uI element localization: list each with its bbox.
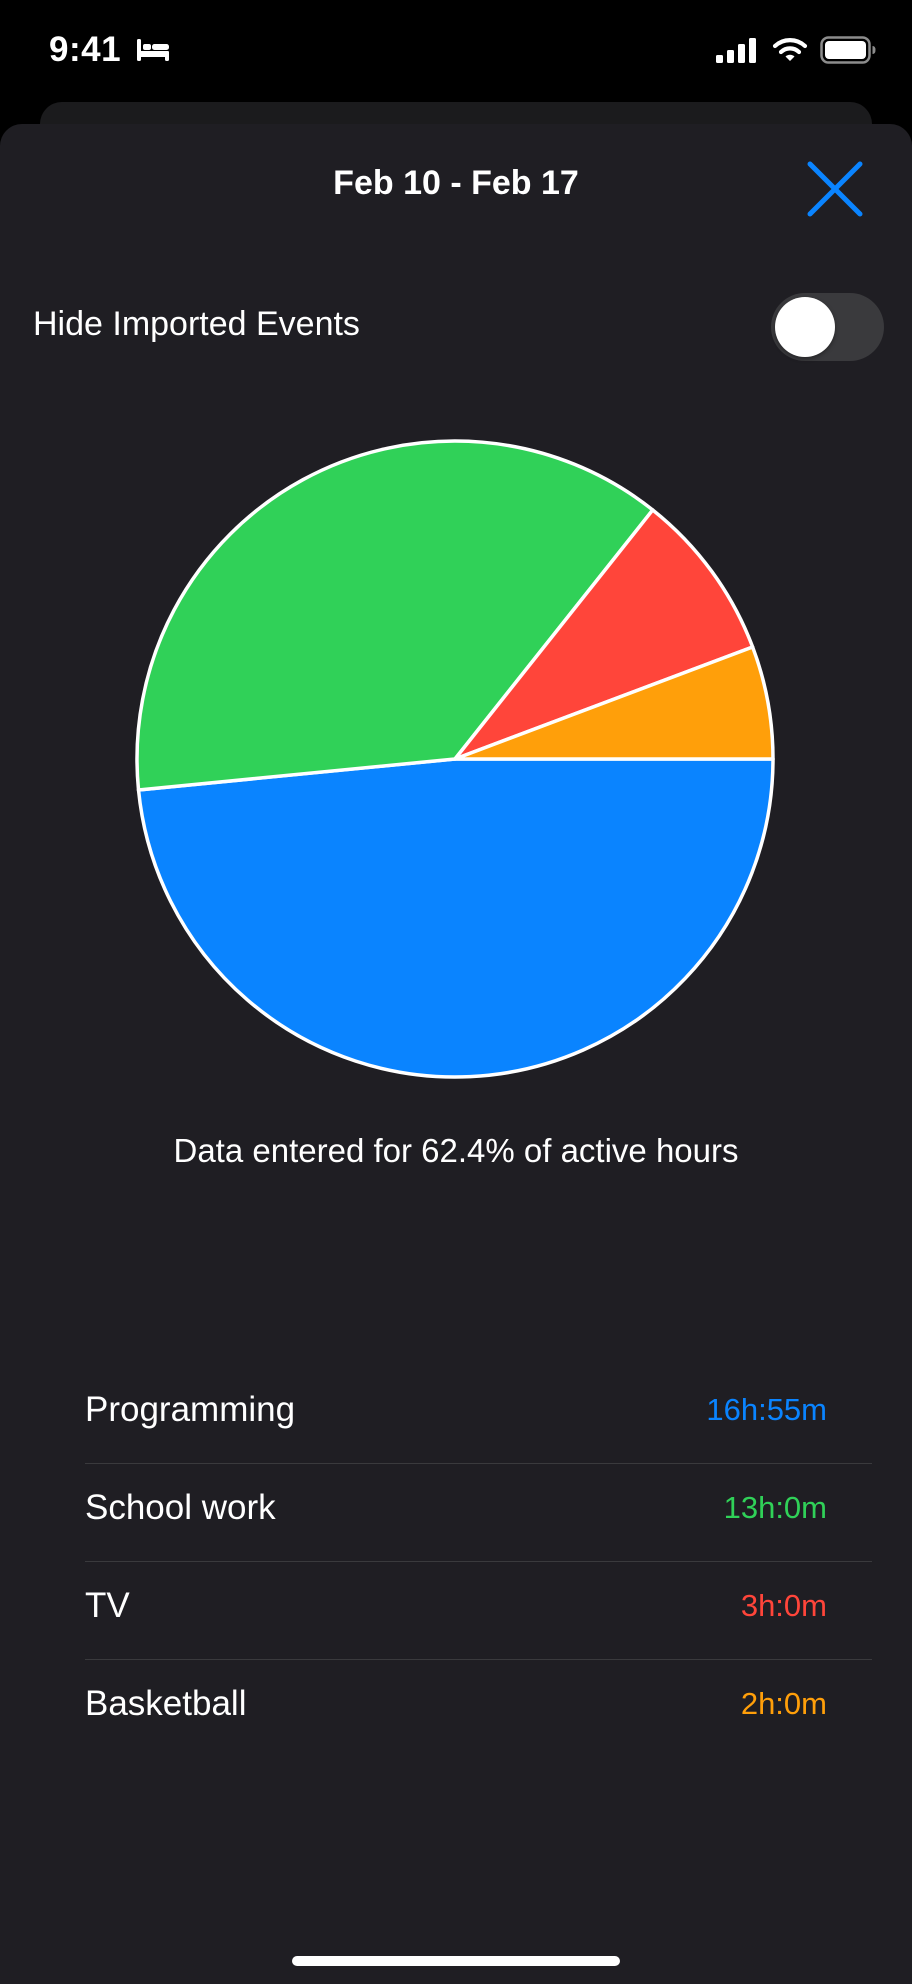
status-time: 9:41	[49, 30, 122, 69]
list-item-programming[interactable]: Programming 16h:55m	[85, 1366, 872, 1464]
hide-imported-events-row: Hide Imported Events	[0, 286, 912, 366]
date-range-title: Feb 10 - Feb 17	[333, 164, 579, 202]
list-item-school-work[interactable]: School work 13h:0m	[85, 1464, 872, 1562]
home-indicator	[292, 1956, 620, 1966]
cellular-signal-icon	[716, 38, 756, 63]
status-icons	[716, 36, 876, 64]
summary-sheet: Feb 10 - Feb 17 Hide Imported Events Dat…	[0, 124, 912, 1984]
list-item-basketball[interactable]: Basketball 2h:0m	[85, 1660, 872, 1757]
toggle-knob	[775, 297, 835, 357]
category-name: Basketball	[85, 1684, 247, 1723]
category-name: Programming	[85, 1390, 296, 1429]
status-bar: 9:41	[0, 0, 912, 100]
pie-slice-programming	[136, 757, 775, 1079]
list-item-tv[interactable]: TV 3h:0m	[85, 1562, 872, 1660]
close-button[interactable]	[800, 154, 870, 224]
category-name: School work	[85, 1488, 276, 1527]
category-time: 16h:55m	[706, 1392, 827, 1427]
category-list: Programming 16h:55m School work 13h:0m T…	[85, 1366, 872, 1757]
coverage-text: Data entered for 62.4% of active hours	[173, 1132, 739, 1169]
wifi-icon	[772, 38, 808, 61]
category-pie-chart	[135, 439, 775, 1079]
category-time: 13h:0m	[723, 1490, 827, 1525]
category-time: 3h:0m	[740, 1588, 827, 1623]
bed-icon	[137, 39, 169, 61]
battery-icon	[820, 36, 876, 64]
category-name: TV	[85, 1586, 130, 1625]
screen: 9:41 Feb 10 - Feb 17 Hide Imported Event…	[0, 0, 912, 1984]
category-time: 2h:0m	[740, 1686, 827, 1721]
hide-imported-events-toggle[interactable]	[771, 293, 884, 361]
hide-imported-events-label: Hide Imported Events	[33, 305, 360, 343]
close-x-icon	[807, 161, 863, 217]
